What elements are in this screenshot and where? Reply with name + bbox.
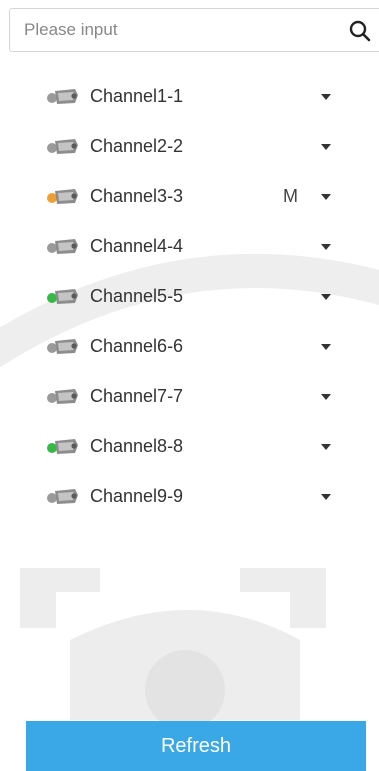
channel-item[interactable]: Channel7-7: [0, 371, 379, 421]
chevron-down-icon[interactable]: [320, 292, 332, 302]
chevron-down-icon[interactable]: [320, 192, 332, 202]
chevron-down-icon[interactable]: [320, 492, 332, 502]
camera-icon: [47, 489, 78, 504]
channel-item[interactable]: Channel5-5: [0, 271, 379, 321]
channel-label: Channel1-1: [90, 86, 184, 106]
chevron-down-icon[interactable]: [320, 142, 332, 152]
channel-label: Channel5-5: [90, 286, 184, 306]
camera-icon: [47, 89, 78, 104]
chevron-down-icon[interactable]: [320, 342, 332, 352]
search-input[interactable]: [10, 9, 344, 51]
channel-label: Channel2-2: [90, 136, 184, 156]
channel-item[interactable]: Channel9-9: [0, 471, 379, 521]
channel-item[interactable]: Channel4-4: [0, 221, 379, 271]
channel-label: Channel9-9: [90, 486, 184, 506]
chevron-down-icon[interactable]: [320, 392, 332, 402]
channel-item[interactable]: Channel8-8: [0, 421, 379, 471]
camera-icon: [47, 289, 78, 304]
camera-icon: [47, 339, 78, 354]
channel-label: Channel8-8: [90, 436, 184, 456]
camera-icon: [47, 189, 78, 204]
chevron-down-icon[interactable]: [320, 242, 332, 252]
chevron-down-icon[interactable]: [320, 92, 332, 102]
camera-icon: [47, 139, 78, 154]
channel-item[interactable]: Channel6-6: [0, 321, 379, 371]
channel-label: Channel6-6: [90, 336, 184, 356]
channel-list: Channel1-1 Channel2-2 Channel3-3 M Channel4-…: [0, 71, 379, 521]
channel-item[interactable]: Channel2-2: [0, 121, 379, 171]
channel-item[interactable]: Channel3-3 M: [0, 171, 379, 221]
camera-icon: [47, 239, 78, 254]
search-box: [9, 8, 379, 52]
channel-tag: M: [283, 186, 298, 206]
camera-icon: [47, 439, 78, 454]
channel-label: Channel4-4: [90, 236, 184, 256]
refresh-button[interactable]: Refresh: [26, 721, 366, 771]
channel-label: Channel7-7: [90, 386, 184, 406]
channel-label: Channel3-3: [90, 186, 184, 206]
camera-icon: [47, 389, 78, 404]
chevron-down-icon[interactable]: [320, 442, 332, 452]
search-icon[interactable]: [348, 19, 372, 43]
channel-item[interactable]: Channel1-1: [0, 71, 379, 121]
